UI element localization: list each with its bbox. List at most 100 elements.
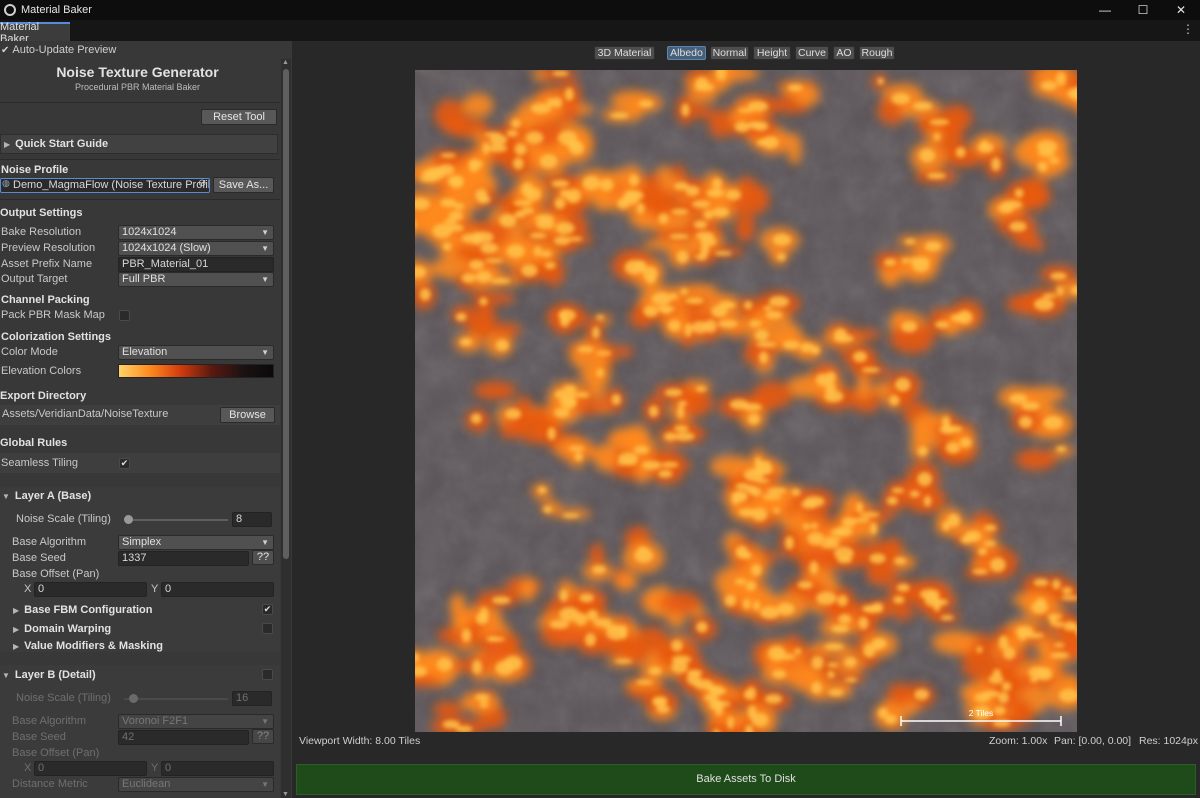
offset-x-input[interactable]: 0	[34, 582, 147, 597]
minimize-icon[interactable]: —	[1086, 0, 1124, 20]
value-modifiers-foldout[interactable]: ▶ Value Modifiers & Masking	[13, 638, 163, 654]
pack-mask-checkbox[interactable]	[119, 310, 130, 321]
lava-blob	[893, 605, 914, 620]
viewport-width-status: Viewport Width: 8.00 Tiles	[299, 735, 421, 747]
object-picker-icon[interactable]: ⊙	[198, 178, 206, 189]
domain-warping-foldout[interactable]: ▶ Domain Warping	[13, 621, 111, 637]
fbm-foldout[interactable]: ▶ Base FBM Configuration	[13, 602, 153, 618]
seamless-tiling-checkbox[interactable]: ✔	[119, 458, 130, 469]
preview-resolution-dropdown[interactable]: 1024x1024 (Slow) ▼	[118, 241, 274, 256]
close-icon[interactable]: ✕	[1162, 0, 1200, 20]
lava-hotspot	[940, 615, 954, 621]
lava-hotspot	[1021, 401, 1040, 411]
auto-update-checkmark-icon[interactable]: ✔	[1, 45, 9, 56]
inspector-scrollbar[interactable]: ▲ ▼	[281, 59, 291, 798]
chevron-down-icon: ▼	[261, 228, 269, 237]
preview-resolution-value: 1024x1024 (Slow)	[122, 242, 211, 254]
tab-normal[interactable]: Normal	[710, 46, 749, 60]
layer-b-noise-scale-slider-track[interactable]	[124, 698, 228, 700]
lava-hotspot	[525, 131, 544, 145]
noise-profile-field[interactable]: Demo_MagmaFlow (Noise Texture Profile)	[0, 178, 210, 193]
collapse-arrow-icon: ▼	[2, 670, 10, 680]
lava-hotspot	[638, 100, 654, 108]
lava-hotspot	[544, 261, 556, 270]
more-options-icon[interactable]: ⋮	[1182, 22, 1194, 36]
offset-x-label: X	[24, 583, 32, 595]
layer-b-noise-scale-input[interactable]: 16	[232, 691, 272, 706]
lava-hotspot	[901, 321, 918, 333]
layer-b-offset-y-input[interactable]: 0	[161, 761, 274, 776]
albedo-texture-image	[415, 70, 1077, 732]
lava-hotspot	[838, 614, 852, 624]
layer-b-base-algorithm-dropdown[interactable]: Voronoi F2F1 ▼	[118, 714, 274, 729]
tab-albedo[interactable]: Albedo	[667, 46, 706, 60]
lava-blob	[519, 577, 537, 602]
lava-hotspot	[735, 482, 750, 491]
lava-hotspot	[553, 236, 571, 246]
layer-b-enable-checkbox[interactable]	[262, 669, 273, 680]
tab-material-baker[interactable]: Material Baker	[0, 21, 70, 45]
quick-start-foldout[interactable]: ▶ Quick Start Guide	[0, 134, 278, 154]
lava-hotspot	[748, 413, 760, 425]
lava-hotspot	[889, 395, 900, 406]
lava-hotspot	[651, 292, 672, 306]
lava-blob	[735, 213, 755, 242]
lava-hotspot	[891, 92, 910, 105]
scroll-up-icon[interactable]: ▲	[282, 59, 289, 66]
distance-metric-value: Euclidean	[122, 778, 171, 790]
tab-rough[interactable]: Rough	[859, 46, 895, 60]
domain-warping-checkbox[interactable]	[262, 623, 273, 634]
maximize-icon[interactable]: ☐	[1124, 0, 1162, 20]
distance-metric-dropdown[interactable]: Euclidean ▼	[118, 777, 274, 792]
noise-profile-heading: Noise Profile	[1, 164, 69, 176]
lava-hotspot	[617, 198, 630, 209]
lava-hotspot	[693, 220, 708, 229]
randomize-seed-button[interactable]: ??	[252, 550, 274, 565]
layer-a-header[interactable]: ▼ Layer A (Base)	[2, 488, 91, 504]
layer-b-base-seed-input[interactable]: 42	[118, 730, 249, 745]
output-target-dropdown[interactable]: Full PBR ▼	[118, 272, 274, 287]
lava-hotspot	[614, 658, 633, 664]
browse-button[interactable]: Browse	[220, 407, 275, 423]
noise-scale-input[interactable]: 8	[232, 512, 272, 527]
lava-hotspot	[685, 297, 704, 305]
tab-curve[interactable]: Curve	[795, 46, 829, 60]
lava-hotspot	[490, 278, 511, 284]
scroll-down-icon[interactable]: ▼	[282, 791, 289, 798]
scale-bar-label: 2 Tiles	[968, 708, 994, 718]
base-algorithm-dropdown[interactable]: Simplex ▼	[118, 535, 274, 550]
tab-height[interactable]: Height	[753, 46, 791, 60]
layer-b-randomize-seed-button[interactable]: ??	[252, 729, 274, 744]
fbm-checkbox[interactable]: ✔	[262, 604, 273, 615]
lava-hotspot	[712, 178, 722, 189]
chevron-down-icon: ▼	[261, 244, 269, 253]
save-as-button[interactable]: Save As...	[213, 177, 274, 193]
lava-hotspot	[830, 529, 847, 536]
bake-resolution-value: 1024x1024	[122, 226, 177, 238]
reset-tool-button[interactable]: Reset Tool	[201, 109, 277, 125]
lava-hotspot	[489, 134, 508, 146]
tab-3d-material[interactable]: 3D Material	[594, 46, 655, 60]
lava-hotspot	[705, 685, 718, 692]
lava-hotspot	[495, 339, 509, 351]
title-bar: Material Baker — ☐ ✕	[0, 0, 1200, 20]
layer-b-base-seed-label: Base Seed	[12, 731, 66, 743]
bake-resolution-dropdown[interactable]: 1024x1024 ▼	[118, 225, 274, 240]
color-mode-dropdown[interactable]: Elevation ▼	[118, 345, 274, 360]
layer-b-header[interactable]: ▼ Layer B (Detail)	[2, 667, 96, 683]
texture-preview[interactable]: 2 Tiles	[415, 70, 1077, 732]
offset-y-input[interactable]: 0	[161, 582, 274, 597]
bake-resolution-label: Bake Resolution	[1, 226, 82, 238]
bake-assets-button[interactable]: Bake Assets To Disk	[296, 764, 1196, 795]
lava-hotspot	[745, 581, 757, 591]
scrollbar-thumb[interactable]	[283, 69, 289, 559]
noise-scale-slider-handle[interactable]	[124, 515, 133, 524]
elevation-gradient-swatch[interactable]	[118, 364, 274, 378]
noise-scale-slider-track[interactable]	[124, 519, 228, 521]
tab-ao[interactable]: AO	[833, 46, 855, 60]
layer-b-offset-x-input[interactable]: 0	[34, 761, 147, 776]
asset-prefix-input[interactable]: PBR_Material_01	[118, 257, 274, 272]
layer-b-noise-scale-slider-handle[interactable]	[129, 694, 138, 703]
base-seed-input[interactable]: 1337	[118, 551, 249, 566]
lava-hotspot	[826, 662, 839, 668]
